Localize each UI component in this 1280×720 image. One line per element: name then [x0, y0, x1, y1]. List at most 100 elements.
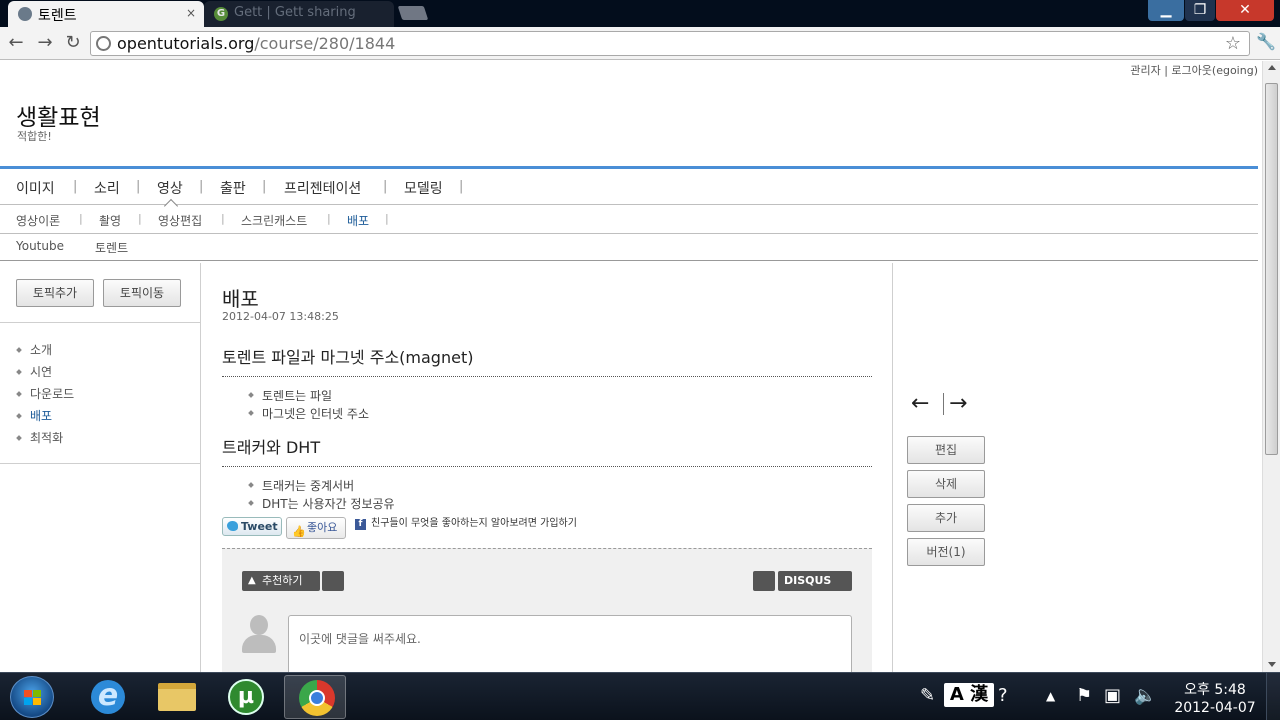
network-icon[interactable]: ▣: [1104, 685, 1121, 706]
previous-arrow-icon[interactable]: ←: [911, 391, 929, 417]
user-icon[interactable]: [753, 571, 775, 591]
tweet-button[interactable]: Tweet: [222, 517, 282, 536]
delete-button[interactable]: 삭제: [907, 470, 985, 498]
logo-square: [24, 698, 32, 705]
facebook-signup-text[interactable]: 친구들이 무엇을 좋아하는지 알아보려면 가입하기: [371, 517, 591, 531]
windows-logo-icon: [24, 690, 42, 706]
gett-favicon-icon: G: [214, 7, 228, 21]
minimize-button[interactable]: ▁: [1148, 0, 1184, 21]
vertical-scrollbar[interactable]: [1262, 61, 1280, 672]
back-arrow-icon[interactable]: ←: [6, 33, 26, 53]
url-text: opentutorials.org/course/280/1844: [117, 34, 395, 53]
clock-time[interactable]: 오후 5:48: [1170, 679, 1260, 699]
arrow-divider: [943, 393, 944, 415]
topic-label: 다운로드: [30, 387, 75, 401]
menu-item-sound[interactable]: 소리: [94, 178, 120, 198]
version-button[interactable]: 버전(1): [907, 538, 985, 566]
submenu-item-shooting[interactable]: 촬영: [99, 212, 121, 229]
address-bar[interactable]: opentutorials.org/course/280/1844 ☆: [90, 31, 1250, 56]
disqus-logo[interactable]: DISQUS: [778, 571, 852, 591]
menu3-item-torrent[interactable]: 토렌트: [95, 239, 128, 256]
scroll-thumb[interactable]: [1265, 83, 1278, 455]
tab-gett[interactable]: G Gett | Gett sharing: [204, 1, 394, 27]
topic-item-intro[interactable]: 소개: [16, 341, 74, 363]
bullet-icon: [248, 482, 254, 488]
site-subtitle: 적합한!: [17, 130, 52, 143]
topic-item-distribution[interactable]: 배포: [16, 407, 74, 429]
menu-item-modeling[interactable]: 모델링: [404, 178, 443, 198]
topic-label: 소개: [30, 343, 53, 357]
topic-item-download[interactable]: 다운로드: [16, 385, 74, 407]
bookmark-star-icon[interactable]: ☆: [1225, 33, 1241, 54]
scroll-up-icon[interactable]: [1268, 65, 1276, 70]
next-arrow-icon[interactable]: →: [949, 391, 967, 417]
list-item-text: 트래커는 중계서버: [262, 479, 355, 493]
add-topic-button[interactable]: 토픽추가: [16, 279, 94, 307]
ime-pen-icon[interactable]: ✎: [920, 685, 935, 706]
thumbs-down-button[interactable]: [322, 571, 344, 591]
chrome-icon: [299, 680, 335, 716]
menu-separator: |: [199, 179, 204, 194]
web-page: 관리자 | 로그아웃(egoing) 생활표현 적합한! 이미지 | 소리 | …: [0, 61, 1262, 672]
globe-icon: [96, 36, 111, 51]
article-title: 배포: [222, 287, 259, 311]
menu-separator: |: [138, 212, 142, 225]
submenu-item-distribution[interactable]: 배포: [347, 212, 369, 229]
bullet-icon: [248, 500, 254, 506]
volume-icon[interactable]: 🔈: [1134, 685, 1156, 706]
menu-item-publish[interactable]: 출판: [220, 178, 246, 198]
topic-item-optimization[interactable]: 최적화: [16, 429, 74, 451]
topic-item-demo[interactable]: 시연: [16, 363, 74, 385]
edit-button[interactable]: 편집: [907, 436, 985, 464]
menu-separator: |: [73, 179, 78, 194]
reload-icon[interactable]: ↻: [63, 33, 83, 53]
tab-title: Gett | Gett sharing: [234, 5, 356, 20]
submenu-item-editing[interactable]: 영상편집: [158, 212, 202, 229]
help-icon[interactable]: ?: [998, 685, 1008, 706]
menu3-item-youtube[interactable]: Youtube: [16, 239, 64, 253]
topic-label: 최적화: [30, 431, 64, 445]
comment-input[interactable]: 이곳에 댓글을 써주세요.: [288, 615, 852, 672]
taskbar-explorer[interactable]: [144, 675, 206, 719]
menu-separator: |: [383, 179, 388, 194]
taskbar-ie[interactable]: e: [74, 675, 136, 719]
menu-item-image[interactable]: 이미지: [16, 178, 55, 198]
maximize-button[interactable]: ❐: [1185, 0, 1215, 21]
language-indicator[interactable]: A 漢: [944, 683, 994, 707]
show-hidden-icons[interactable]: ▲: [1046, 689, 1055, 703]
avatar-body: [242, 635, 276, 653]
tab-close-icon[interactable]: ×: [186, 6, 196, 20]
logo-square: [24, 690, 32, 697]
folder-icon: [158, 683, 196, 711]
section-heading: 트래커와 DHT: [222, 434, 872, 467]
tweet-label: Tweet: [241, 520, 278, 533]
third-menu: Youtube 토렌트: [0, 234, 1258, 261]
site-title[interactable]: 생활표현: [16, 98, 101, 132]
menu-item-presentation[interactable]: 프리젠테이션: [284, 178, 361, 198]
submenu-item-screencast[interactable]: 스크린캐스트: [241, 212, 307, 229]
forward-arrow-icon[interactable]: →: [35, 33, 55, 53]
close-window-button[interactable]: ✕: [1216, 0, 1274, 21]
tab-torrent[interactable]: 토렌트 ×: [8, 1, 204, 27]
recommend-button[interactable]: ▲ 추천하기: [242, 571, 320, 591]
list-item-text: 마그넷은 인터넷 주소: [262, 407, 369, 421]
admin-logout-links[interactable]: 관리자 | 로그아웃(egoing): [1130, 62, 1258, 78]
menu-item-video[interactable]: 영상: [157, 178, 183, 198]
bullet-icon: [16, 347, 22, 353]
scroll-down-icon[interactable]: [1268, 662, 1276, 667]
taskbar-chrome[interactable]: [284, 675, 346, 719]
start-button[interactable]: [10, 676, 54, 718]
like-button[interactable]: 👍 좋아요: [286, 517, 346, 539]
clock-date[interactable]: 2012-04-07: [1170, 700, 1260, 716]
show-desktop-button[interactable]: [1266, 673, 1280, 720]
wrench-icon[interactable]: 🔧: [1256, 32, 1276, 51]
new-tab-button[interactable]: [397, 6, 429, 20]
action-center-flag-icon[interactable]: ⚑: [1076, 685, 1092, 706]
section-list: 토렌트는 파일 마그넷은 인터넷 주소: [248, 387, 369, 423]
move-topic-button[interactable]: 토픽이동: [103, 279, 181, 307]
taskbar-utorrent[interactable]: µ: [214, 675, 276, 719]
submenu-item-video-theory[interactable]: 영상이론: [16, 212, 60, 229]
topic-list: 소개 시연 다운로드 배포 최적화: [16, 341, 74, 451]
logo-square: [33, 698, 41, 705]
add-button[interactable]: 추가: [907, 504, 985, 532]
